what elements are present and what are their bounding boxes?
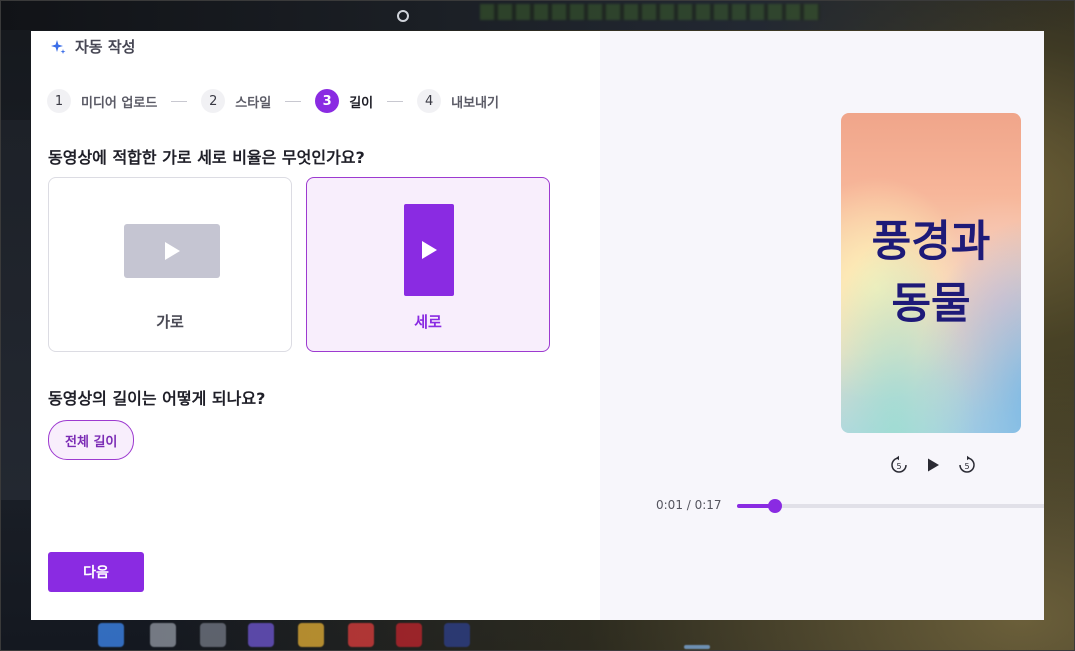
progress-track[interactable]	[737, 499, 1044, 513]
step-divider	[171, 100, 188, 102]
step-number: 2	[201, 89, 226, 113]
landscape-thumbnail	[124, 224, 220, 278]
playback-controls: 5 5	[889, 455, 977, 475]
taskbar-folder-icon[interactable]	[298, 623, 324, 647]
step-length[interactable]: 3 길이	[315, 89, 373, 113]
background-ring-icon	[397, 10, 409, 22]
play-icon	[422, 241, 437, 259]
dialog-header: 자동 작성	[49, 36, 135, 57]
step-label: 길이	[349, 95, 374, 111]
portrait-option-card[interactable]: 세로	[306, 177, 550, 352]
taskbar-app-icon[interactable]	[396, 623, 422, 647]
auto-create-dialog: 자동 작성 1 미디어 업로드 2 스타일 3 길이 4 내보내기 동영상에 적…	[31, 31, 1044, 620]
step-label: 스타일	[235, 95, 272, 111]
taskbar-app-icon[interactable]	[248, 623, 274, 647]
length-question: 동영상의 길이는 어떻게 되나요?	[48, 389, 266, 408]
step-divider	[387, 100, 404, 102]
taskbar-app-icon[interactable]	[348, 623, 374, 647]
landscape-label: 가로	[156, 313, 184, 331]
video-preview: 풍경과 동물	[841, 113, 1021, 433]
preview-title-line-2: 동물	[891, 279, 971, 329]
preview-title-line-1: 풍경과	[871, 217, 991, 267]
rewind-5-icon[interactable]: 5	[889, 455, 909, 475]
background-sidebar	[0, 120, 30, 500]
step-export[interactable]: 4 내보내기	[417, 89, 499, 113]
aspect-ratio-question: 동영상에 적합한 가로 세로 비율은 무엇인가요?	[48, 148, 365, 167]
step-label: 내보내기	[451, 95, 499, 111]
taskbar-search-icon[interactable]	[150, 623, 176, 647]
step-number: 1	[47, 89, 71, 113]
portrait-thumbnail	[404, 204, 454, 296]
taskbar-app-icon[interactable]	[444, 623, 470, 647]
play-icon	[165, 242, 180, 260]
step-number: 4	[417, 89, 442, 113]
background-timeline	[480, 4, 820, 20]
portrait-label: 세로	[414, 313, 442, 331]
step-media-upload[interactable]: 1 미디어 업로드	[47, 89, 157, 113]
preview-panel: 풍경과 동물 5 5 0:01 / 0:17	[600, 31, 1044, 620]
stepper: 1 미디어 업로드 2 스타일 3 길이 4 내보내기	[47, 89, 499, 113]
playback-time: 0:01 / 0:17	[656, 498, 722, 512]
landscape-option-card[interactable]: 가로	[48, 177, 292, 352]
step-style[interactable]: 2 스타일	[201, 89, 271, 113]
play-icon[interactable]	[923, 455, 943, 475]
step-label: 미디어 업로드	[81, 95, 158, 111]
full-length-option[interactable]: 전체 길이	[48, 420, 135, 460]
dialog-title: 자동 작성	[75, 38, 136, 56]
svg-text:5: 5	[896, 462, 901, 471]
settings-panel: 자동 작성 1 미디어 업로드 2 스타일 3 길이 4 내보내기 동영상에 적…	[31, 31, 600, 620]
svg-text:5: 5	[964, 462, 969, 471]
windows-start-icon[interactable]	[98, 623, 124, 647]
sparkle-icon	[49, 38, 67, 56]
forward-5-icon[interactable]: 5	[957, 455, 977, 475]
step-number: 3	[315, 89, 340, 113]
taskbar-app-icon[interactable]	[200, 623, 226, 647]
progress-handle[interactable]	[768, 499, 783, 513]
step-divider	[285, 100, 302, 102]
taskbar	[0, 619, 1075, 651]
taskbar-indicator	[684, 645, 710, 649]
next-button[interactable]: 다음	[48, 552, 144, 592]
